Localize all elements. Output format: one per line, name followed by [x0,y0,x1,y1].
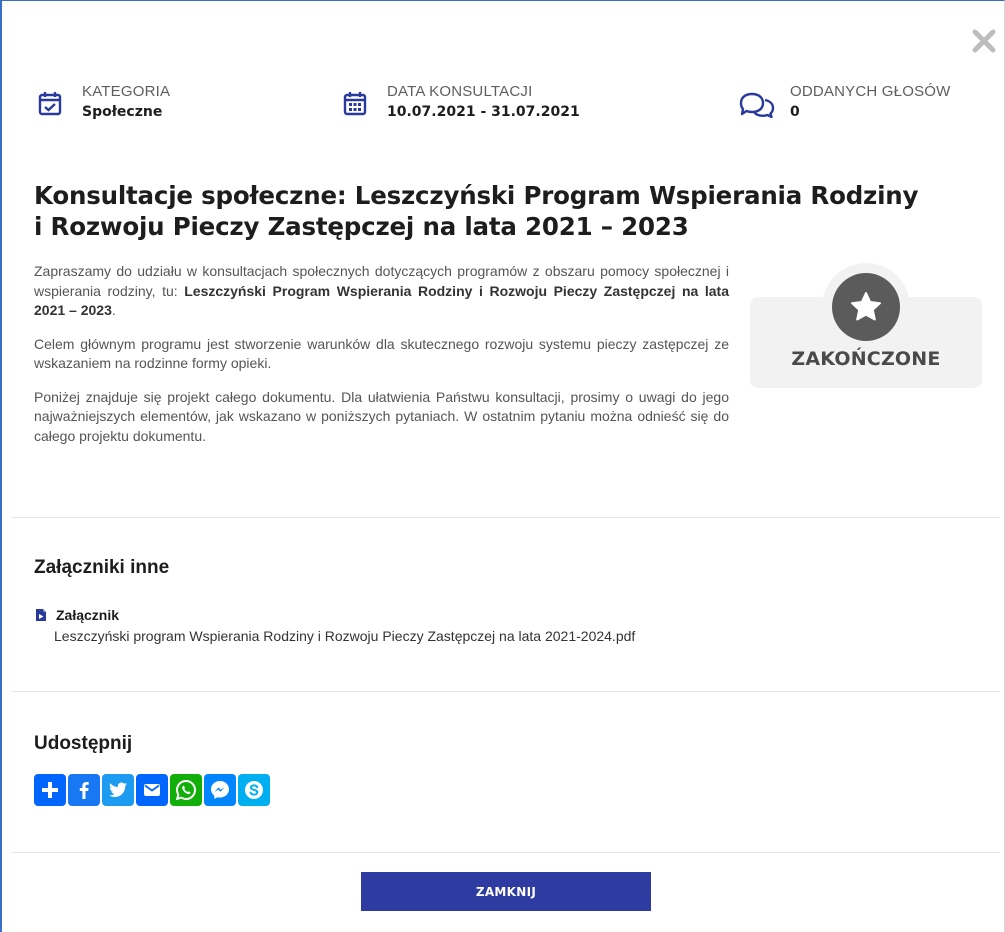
file-icon [36,609,46,621]
description-paragraph-1: Zapraszamy do udziału w konsultacjach sp… [34,262,729,321]
star-icon [851,292,881,321]
votes-value: 0 [790,104,800,120]
share-messenger-button[interactable] [204,774,236,806]
messenger-icon [211,781,229,799]
divider [12,517,1000,518]
share-facebook-button[interactable] [68,774,100,806]
whatsapp-icon [175,779,197,801]
meta-date: DATA KONSULTACJI 10.07.2021 - 31.07.2021 [341,82,580,122]
share-buttons [34,774,270,806]
divider [12,691,1000,692]
description-paragraph-2: Celem głównym programu jest stworzenie w… [34,335,729,372]
date-label: DATA KONSULTACJI [387,83,533,100]
skype-icon [245,781,263,799]
share-title: Udostępnij [34,733,133,754]
twitter-icon [109,782,127,797]
calendar-check-icon [38,92,62,116]
divider [12,852,1000,853]
attachments-title: Załączniki inne [34,557,170,578]
meta-category: KATEGORIA Społeczne [36,82,170,122]
page-title: Konsultacje społeczne: Leszczyński Progr… [34,181,919,241]
meta-votes: ODDANYCH GŁOSÓW 0 [738,82,951,122]
close-icon[interactable] [969,26,999,56]
chat-bubbles-icon [739,92,775,118]
description-paragraph-3: Poniżej znajduje się projekt całego doku… [34,388,729,444]
status-label: ZAKOŃCZONE [791,348,941,370]
share-twitter-button[interactable] [102,774,134,806]
description-p1-end: . [111,302,116,318]
category-value: Społeczne [82,104,163,120]
category-label: KATEGORIA [82,83,171,100]
email-icon [144,784,160,796]
description: Zapraszamy do udziału w konsultacjach sp… [34,262,729,460]
status-icon-circle [832,273,900,341]
facebook-icon [79,782,89,799]
share-skype-button[interactable] [238,774,270,806]
share-whatsapp-button[interactable] [170,774,202,806]
close-button[interactable]: ZAMKNIJ [361,872,651,911]
attachment-label-text: Załącznik [56,607,120,623]
attachment-file-link[interactable]: Leszczyński program Wspierania Rodziny i… [54,628,635,644]
share-addtoany-button[interactable] [34,774,66,806]
date-value: 10.07.2021 - 31.07.2021 [387,104,580,120]
share-email-button[interactable] [136,774,168,806]
votes-label: ODDANYCH GŁOSÓW [790,83,951,100]
calendar-icon [343,92,367,116]
attachment-label: Załącznik [34,607,119,623]
plus-icon [42,782,58,798]
